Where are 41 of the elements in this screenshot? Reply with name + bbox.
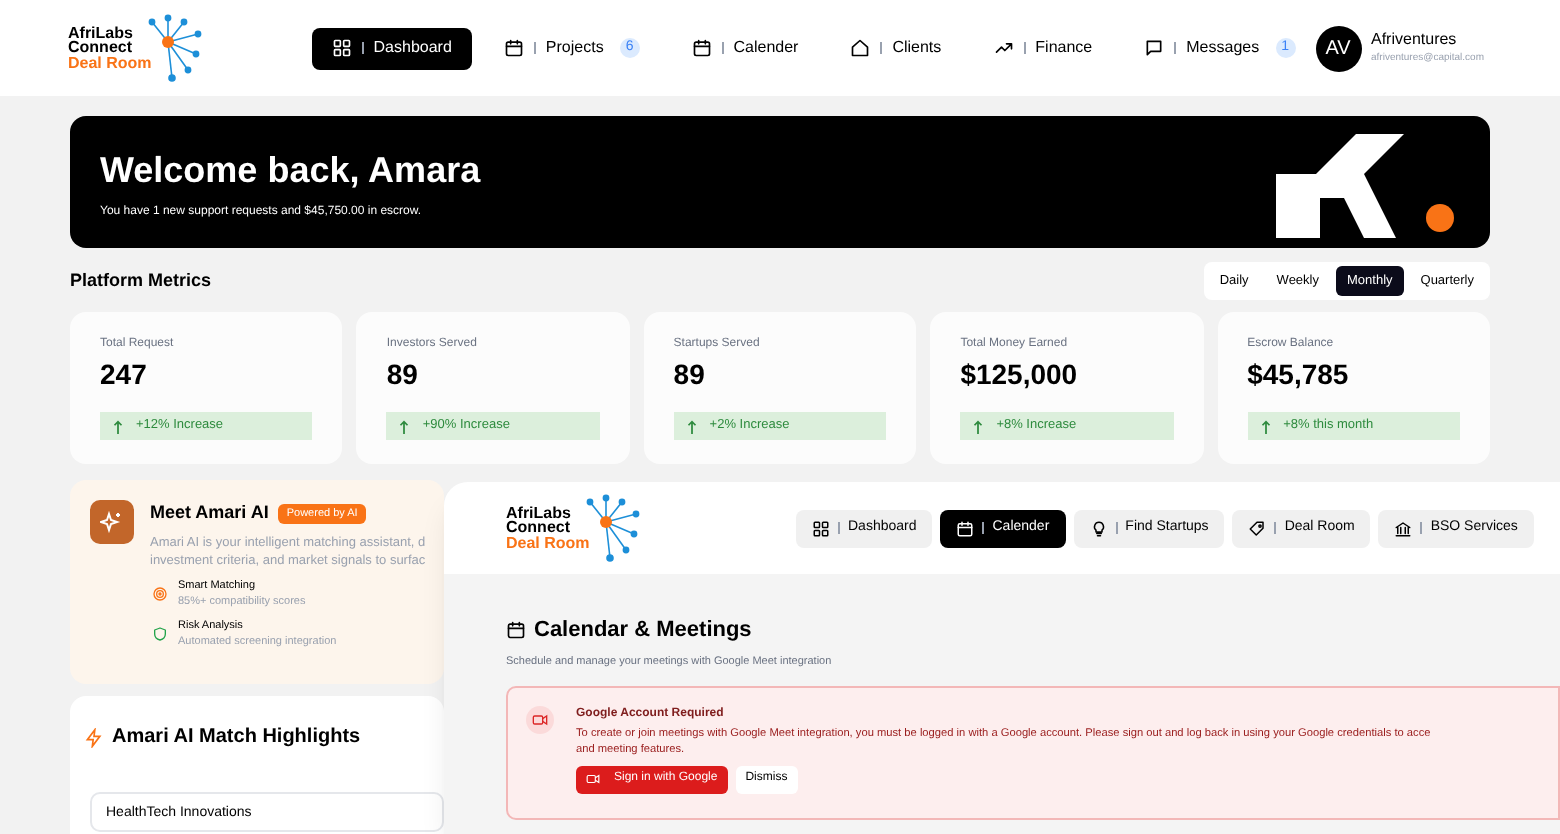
- grid-icon: [331, 38, 352, 58]
- house-icon: [850, 38, 871, 58]
- section-title: Platform Metrics: [70, 267, 212, 294]
- shield-icon: [152, 626, 168, 643]
- calendar-icon: [506, 620, 526, 641]
- lightbulb-icon: [1089, 519, 1108, 537]
- logo-text: AfriLabs Connect Deal Room: [68, 25, 152, 71]
- calendar-icon: [691, 38, 712, 58]
- nav-tab[interactable]: Calender: [671, 27, 819, 69]
- arrow-up-icon: [398, 419, 411, 433]
- page-title: Calendar & Meetings: [534, 616, 752, 646]
- arrow-up-icon: [685, 419, 698, 433]
- nav-tab[interactable]: Dashboard: [311, 27, 472, 69]
- arrow-up-icon: [112, 419, 124, 433]
- card-title: Amari AI Match Highlights: [112, 724, 361, 752]
- calendar-icon: [503, 38, 524, 58]
- logo-text: AfriLabs Connect Deal Room: [506, 505, 590, 551]
- video-camera-icon: [532, 711, 548, 728]
- sparkle-icon: [90, 500, 134, 544]
- metric-value: 89: [386, 356, 420, 394]
- tag-icon: [1248, 519, 1267, 537]
- metric-value: $125,000: [960, 356, 1080, 394]
- chat-icon: [1144, 38, 1165, 58]
- nav-tab[interactable]: Clients: [830, 27, 962, 69]
- card-title: Meet Amari AI: [150, 500, 269, 526]
- banner-title: Welcome back, Amara: [100, 147, 481, 193]
- bank-icon: [1394, 519, 1413, 537]
- metric-value: 247: [100, 356, 149, 394]
- target-icon: [152, 585, 168, 602]
- lightning-icon: [84, 727, 104, 747]
- avatar[interactable]: AV: [1315, 25, 1361, 71]
- nav-tab[interactable]: Finance: [973, 27, 1113, 69]
- metric-value: $45,785: [1247, 356, 1351, 394]
- calendar-icon: [956, 519, 975, 537]
- trend-up-icon: [993, 38, 1014, 58]
- grid-icon: [812, 519, 830, 537]
- metric-value: 89: [673, 356, 707, 394]
- arrow-up-icon: [1259, 419, 1272, 433]
- video-camera-icon: [586, 772, 600, 787]
- user-name: Afriventures: [1371, 28, 1459, 52]
- arrow-up-icon: [972, 419, 985, 433]
